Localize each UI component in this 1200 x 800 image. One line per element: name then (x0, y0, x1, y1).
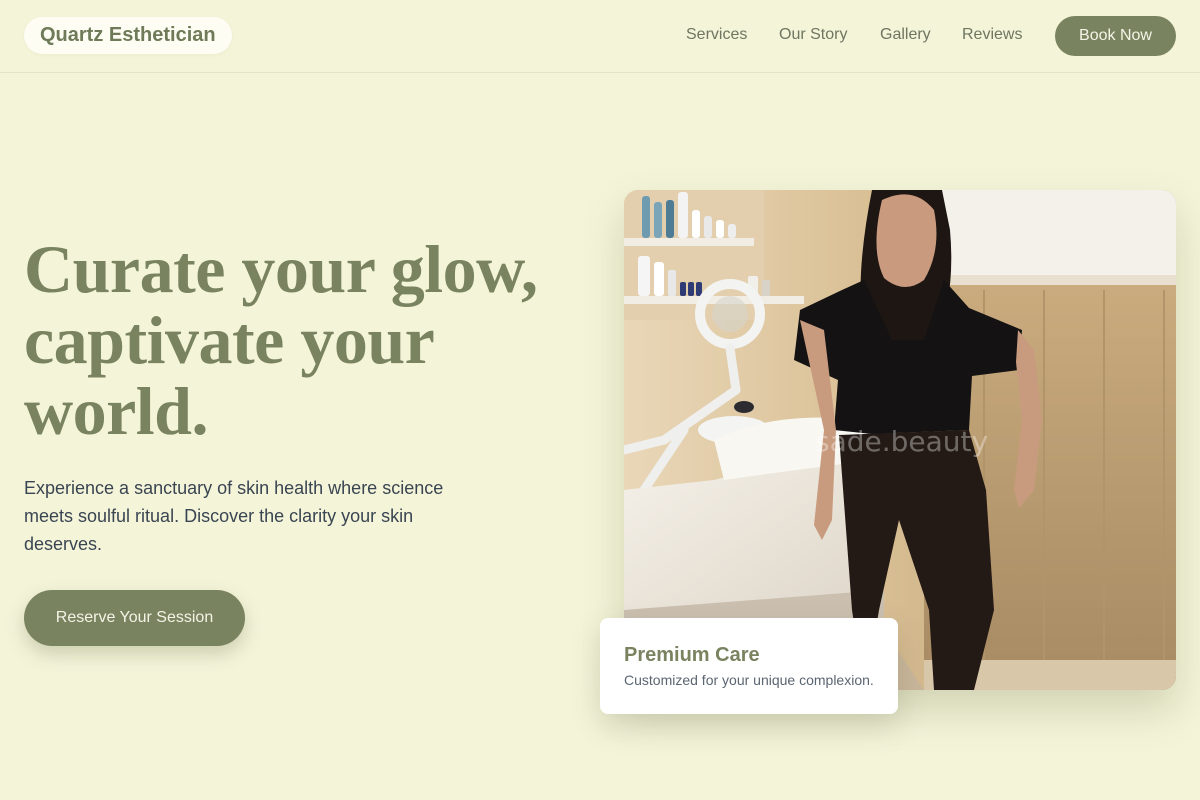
hero-title-line-3: world. (24, 373, 209, 449)
hero-title-line-2: captivate your (24, 302, 435, 378)
nav-reviews[interactable]: Reviews (962, 24, 1022, 46)
site-header: Quartz Esthetician Services Our Story Ga… (0, 0, 1200, 73)
hero-title-line-1: Curate your glow, (24, 231, 538, 307)
card-text: Customized for your unique complexion. (624, 672, 874, 688)
reserve-session-button[interactable]: Reserve Your Session (24, 590, 245, 646)
card-title: Premium Care (624, 644, 760, 666)
nav-gallery[interactable]: Gallery (880, 24, 931, 46)
hero-subtitle: Experience a sanctuary of skin health wh… (24, 478, 444, 554)
book-now-button[interactable]: Book Now (1055, 16, 1176, 56)
premium-care-card: Premium Care Customized for your unique … (600, 618, 898, 714)
brand-logo[interactable]: Quartz Esthetician (24, 17, 232, 54)
nav-our-story[interactable]: Our Story (779, 24, 847, 46)
nav-services[interactable]: Services (686, 24, 747, 46)
image-watermark: sade.beauty (815, 425, 989, 458)
hero-title: Curate your glow, captivate your world. (24, 234, 584, 447)
